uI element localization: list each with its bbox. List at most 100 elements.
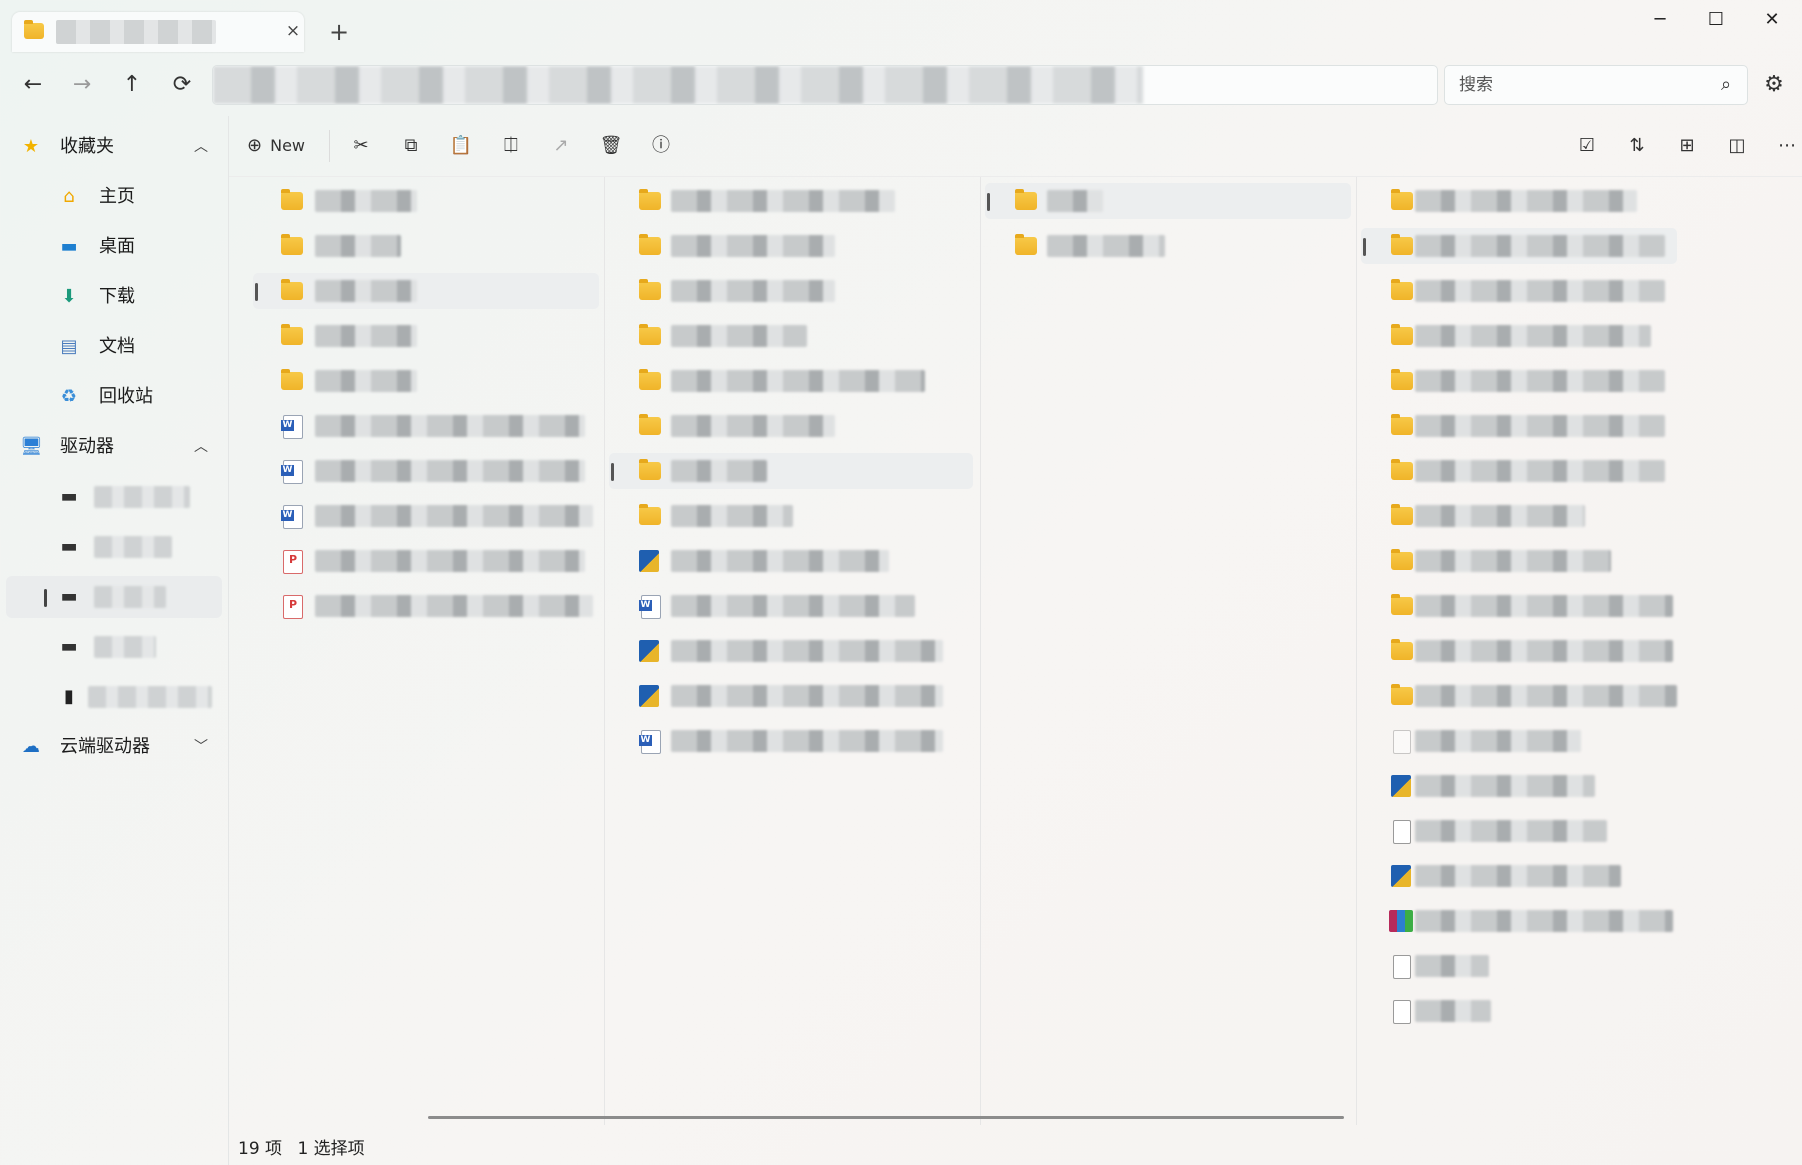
list-item[interactable] <box>1361 543 1677 579</box>
word-document-icon <box>639 730 661 754</box>
sidebar-item-documents[interactable]: ▤ 文档 <box>6 326 222 368</box>
up-button[interactable]: ↑ <box>114 67 150 103</box>
list-item[interactable] <box>609 273 973 309</box>
list-item[interactable] <box>1361 723 1677 759</box>
settings-gear-icon[interactable]: ⚙ <box>1756 67 1792 103</box>
list-item[interactable] <box>253 228 599 264</box>
sort-icon[interactable]: ⇅ <box>1619 128 1655 164</box>
tab-close-button[interactable]: × <box>280 18 306 44</box>
sidebar-item-drive[interactable]: ▬ <box>6 476 222 518</box>
file-name <box>1415 280 1665 302</box>
delete-icon[interactable]: 🗑 <box>593 128 629 164</box>
list-item[interactable] <box>609 633 973 669</box>
search-icon[interactable]: ⌕ <box>1715 74 1737 96</box>
file-icon <box>1393 955 1411 979</box>
new-button[interactable]: ⊕ New <box>247 128 317 164</box>
list-item[interactable] <box>253 543 599 579</box>
sidebar-item-drive-selected[interactable]: ▬ <box>6 576 222 618</box>
list-item-selected[interactable] <box>253 273 599 309</box>
sidebar-group-favorites[interactable]: ★ 收藏夹 ︿ <box>6 126 222 168</box>
more-options-icon[interactable]: ⋯ <box>1769 128 1802 164</box>
search-input[interactable] <box>1457 74 1701 96</box>
list-item[interactable] <box>609 408 973 444</box>
chevron-up-icon[interactable]: ︿ <box>194 436 208 458</box>
list-item[interactable] <box>253 408 599 444</box>
select-all-icon[interactable]: ☑ <box>1569 128 1605 164</box>
group-icon[interactable]: ⊞ <box>1669 128 1705 164</box>
sidebar-item-drive[interactable]: ▬ <box>6 526 222 568</box>
list-item[interactable] <box>1361 858 1677 894</box>
maximize-button[interactable]: ☐ <box>1688 4 1744 36</box>
sidebar-group-drives[interactable]: 🖥 驱动器 ︿ <box>6 426 222 468</box>
list-item[interactable] <box>1361 948 1677 984</box>
list-item[interactable] <box>253 318 599 354</box>
rename-icon[interactable]: ⎅ <box>493 128 529 164</box>
share-icon[interactable]: ↗ <box>543 128 579 164</box>
column-pane-2 <box>605 177 981 1125</box>
list-item[interactable] <box>1361 903 1677 939</box>
sidebar-item-downloads[interactable]: ⬇ 下载 <box>6 276 222 318</box>
refresh-button[interactable]: ⟳ <box>164 67 200 103</box>
properties-icon[interactable]: ⓘ <box>643 128 679 164</box>
sidebar-item-recycle-bin[interactable]: ♻ 回收站 <box>6 376 222 418</box>
list-item[interactable] <box>1361 273 1677 309</box>
sidebar-item-drive[interactable]: ▬ <box>6 626 222 668</box>
list-item[interactable] <box>609 183 973 219</box>
chevron-up-icon[interactable]: ︿ <box>194 136 208 158</box>
list-item[interactable] <box>1361 498 1677 534</box>
tab-active[interactable]: × <box>12 12 304 52</box>
list-item[interactable] <box>253 453 599 489</box>
list-item-selected[interactable] <box>1361 228 1677 264</box>
list-item[interactable] <box>609 543 973 579</box>
drive-label <box>94 636 156 664</box>
list-item[interactable] <box>1361 408 1677 444</box>
address-bar[interactable] <box>212 65 1438 105</box>
minimize-button[interactable]: ─ <box>1632 4 1688 36</box>
folder-icon <box>1015 234 1037 255</box>
list-item[interactable] <box>1361 633 1677 669</box>
list-item[interactable] <box>253 498 599 534</box>
close-window-button[interactable]: ✕ <box>1744 4 1800 36</box>
sidebar-item-drive[interactable]: ▮ <box>6 676 222 718</box>
list-item[interactable] <box>1361 768 1677 804</box>
list-item[interactable] <box>609 363 973 399</box>
file-name <box>671 460 767 482</box>
search-box[interactable]: ⌕ <box>1444 65 1748 105</box>
drive-label <box>94 486 190 514</box>
horizontal-scrollbar[interactable] <box>428 1116 1344 1119</box>
list-item[interactable] <box>253 183 599 219</box>
list-item[interactable] <box>1361 588 1677 624</box>
list-item[interactable] <box>253 363 599 399</box>
list-item[interactable] <box>609 318 973 354</box>
list-item-selected[interactable] <box>609 453 973 489</box>
list-item[interactable] <box>609 228 973 264</box>
list-item[interactable] <box>1361 363 1677 399</box>
sidebar-item-home[interactable]: ⌂ 主页 <box>6 176 222 218</box>
list-item[interactable] <box>609 678 973 714</box>
list-item[interactable] <box>1361 678 1677 714</box>
chevron-down-icon[interactable]: ﹀ <box>194 736 208 758</box>
list-item[interactable] <box>1361 813 1677 849</box>
file-name <box>671 415 835 437</box>
paste-icon[interactable]: 📋 <box>443 128 479 164</box>
new-tab-button[interactable]: + <box>325 18 353 46</box>
list-item[interactable] <box>609 498 973 534</box>
list-item[interactable] <box>1361 183 1677 219</box>
list-item-selected[interactable] <box>985 183 1351 219</box>
copy-icon[interactable]: ⧉ <box>393 128 429 164</box>
forward-button[interactable]: → <box>64 67 100 103</box>
sidebar-group-cloud-drives[interactable]: ☁ 云端驱动器 ﹀ <box>6 726 222 768</box>
list-item[interactable] <box>985 228 1351 264</box>
list-item[interactable] <box>1361 453 1677 489</box>
sidebar-item-desktop[interactable]: ▬ 桌面 <box>6 226 222 268</box>
list-item[interactable] <box>1361 993 1677 1029</box>
layout-icon[interactable]: ◫ <box>1719 128 1755 164</box>
list-item[interactable] <box>609 723 973 759</box>
cut-icon[interactable]: ✂ <box>343 128 379 164</box>
list-item[interactable] <box>609 588 973 624</box>
list-item[interactable] <box>1361 318 1677 354</box>
list-item[interactable] <box>253 588 599 624</box>
back-button[interactable]: ← <box>15 67 51 103</box>
breadcrumb[interactable] <box>213 66 1143 104</box>
folder-icon <box>639 369 661 390</box>
